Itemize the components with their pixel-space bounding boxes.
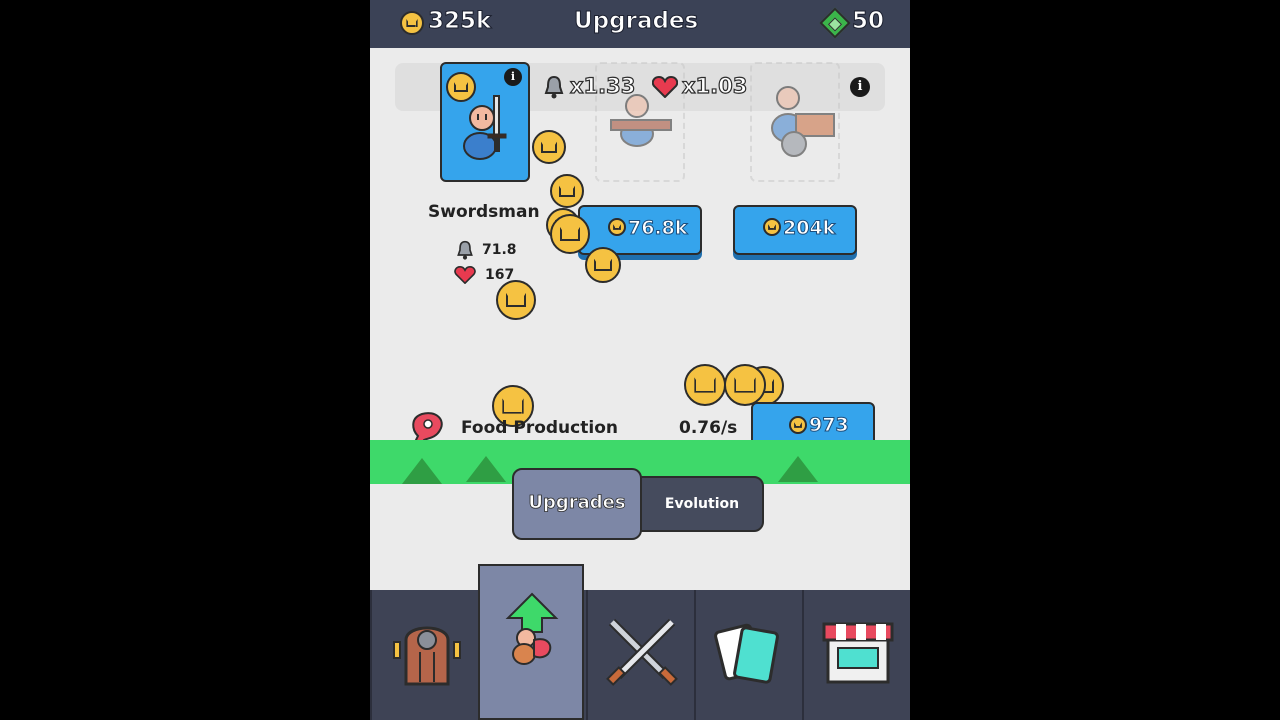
crossed-swords-icon (606, 618, 678, 686)
nav-item-cards[interactable] (694, 590, 800, 720)
coin-icon (763, 218, 781, 236)
unit-price: 204k (782, 217, 836, 240)
unit-card-swordsman[interactable]: i (440, 62, 530, 182)
coin-particle-icon (550, 174, 584, 208)
door-icon (393, 626, 461, 686)
unit-card-locked[interactable] (750, 62, 840, 182)
gem-icon (819, 7, 851, 39)
food-rate: 0.76/s (679, 418, 738, 438)
tree-icon (466, 456, 506, 482)
info-icon[interactable]: i (850, 77, 870, 97)
coin-icon (608, 218, 626, 236)
bell-icon (544, 75, 564, 99)
coin-particle-icon (532, 130, 566, 164)
tab-upgrades[interactable]: Upgrades (512, 468, 642, 540)
buy-unit-button[interactable]: 204k (733, 205, 857, 255)
coin-particle-icon (724, 364, 766, 406)
info-icon[interactable]: i (504, 68, 522, 86)
gem-balance: 50 (851, 8, 885, 35)
bell-icon (457, 240, 473, 260)
shop-icon (822, 622, 894, 684)
coin-particle-icon (684, 364, 726, 406)
tree-icon (402, 458, 442, 484)
upgrade-arrow-icon (505, 592, 559, 665)
coin-particle-icon (585, 247, 621, 283)
health-multiplier: x1.03 (681, 73, 748, 98)
unit-card-locked[interactable] (595, 62, 685, 182)
heart-icon (454, 266, 476, 284)
nav-item-upgrades[interactable] (478, 564, 584, 720)
cards-icon (714, 623, 779, 684)
cannon-icon (771, 86, 835, 157)
page-title: Upgrades (573, 8, 699, 35)
coin-particle-icon (496, 280, 536, 320)
game-screen: 325k Upgrades 50 x1.33 x1.03 i i Swordsm… (370, 0, 910, 720)
unit-attack-value: 71.8 (482, 242, 517, 258)
coin-icon (400, 11, 424, 35)
tab-evolution[interactable]: Evolution (640, 476, 764, 532)
top-bar: 325k Upgrades 50 (370, 0, 910, 48)
coin-particle-icon (550, 214, 590, 254)
upgrade-tabs: Upgrades Evolution (512, 468, 764, 540)
unit-name: Swordsman (428, 202, 540, 222)
coin-icon (789, 416, 807, 434)
nav-item-shop[interactable] (802, 590, 908, 720)
unit-price: 76.8k (628, 217, 689, 240)
nav-item-battle-door[interactable] (370, 590, 476, 720)
gunner-icon (610, 94, 672, 147)
coin-balance: 325k (427, 8, 492, 35)
swordsman-icon (463, 95, 507, 160)
bottom-nav (370, 564, 910, 720)
nav-item-battle[interactable] (586, 590, 692, 720)
food-production-label: Food Production (461, 418, 618, 438)
tree-icon (778, 456, 818, 482)
food-price: 973 (809, 414, 850, 437)
